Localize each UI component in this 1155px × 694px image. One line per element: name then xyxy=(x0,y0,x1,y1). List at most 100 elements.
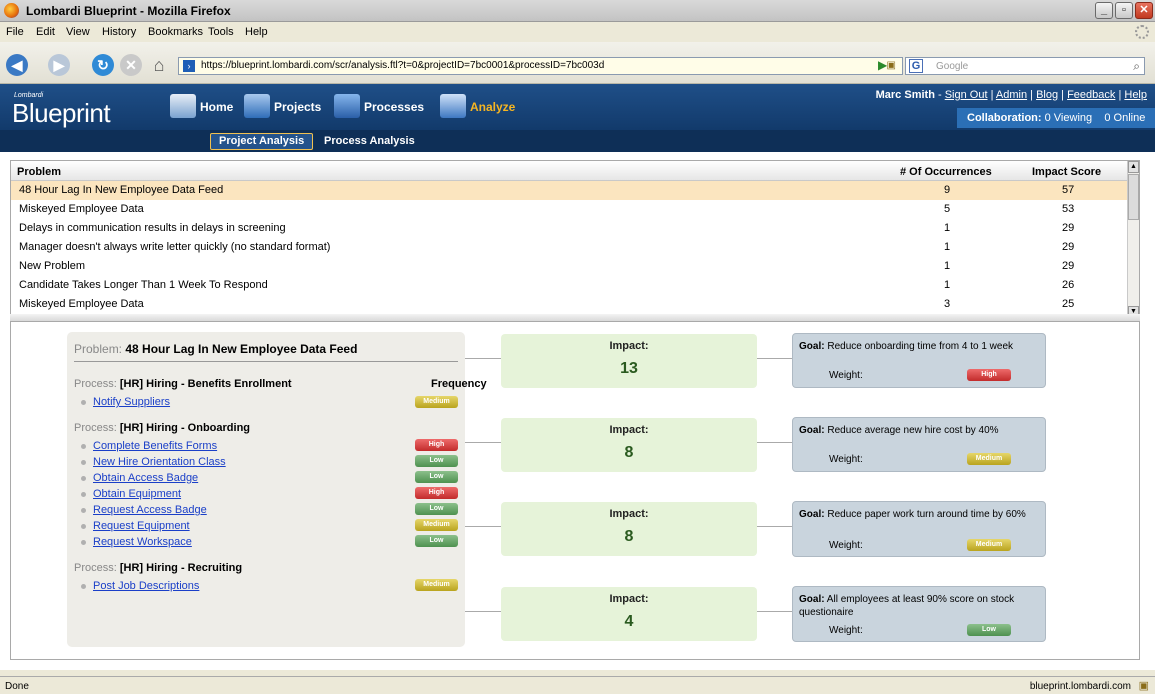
tab-process-analysis[interactable]: Process Analysis xyxy=(324,135,415,147)
row-impact: 29 xyxy=(1062,241,1075,253)
forward-arrow-icon[interactable]: ▶ xyxy=(48,54,70,76)
activity-link[interactable]: Obtain Access Badge xyxy=(93,472,198,484)
analyze-icon xyxy=(440,94,466,118)
activity-link[interactable]: Post Job Descriptions xyxy=(93,580,199,592)
blog-link[interactable]: Blog xyxy=(1036,89,1058,101)
frequency-badge: Medium xyxy=(415,396,458,408)
url-bar[interactable]: › https://blueprint.lombardi.com/scr/ana… xyxy=(178,57,903,75)
row-problem: New Problem xyxy=(19,260,86,272)
connector-line xyxy=(465,611,501,612)
impact-box: Impact: 13 xyxy=(501,334,757,388)
activity-link[interactable]: Complete Benefits Forms xyxy=(93,440,217,452)
activity-link[interactable]: Request Equipment xyxy=(93,520,190,532)
sign-out-link[interactable]: Sign Out xyxy=(945,89,988,101)
row-problem: Miskeyed Employee Data xyxy=(19,203,144,215)
process-heading: Process: [HR] Hiring - Recruiting xyxy=(74,562,243,574)
activity-item[interactable]: Request Workspace xyxy=(81,536,192,548)
status-text: Done xyxy=(5,681,29,692)
sub-navigation: Project Analysis Process Analysis xyxy=(0,130,1155,152)
impact-value: 13 xyxy=(620,360,638,377)
frequency-badge: Low xyxy=(415,455,458,467)
goal-label: Goal: xyxy=(799,341,825,352)
folder-icon xyxy=(244,94,270,118)
table-row[interactable]: 48 Hour Lag In New Employee Data Feed 9 … xyxy=(11,181,1129,200)
go-icon[interactable]: ▶ xyxy=(878,58,894,74)
menu-view[interactable]: View xyxy=(66,26,90,38)
weight-badge: Low xyxy=(967,624,1011,636)
nav-processes-label: Processes xyxy=(364,100,425,114)
feedback-link[interactable]: Feedback xyxy=(1067,89,1115,101)
process-heading: Process: [HR] Hiring - Onboarding xyxy=(74,422,251,434)
table-row[interactable]: Candidate Takes Longer Than 1 Week To Re… xyxy=(11,276,1129,295)
user-links: Marc Smith - Sign Out | Admin | Blog | F… xyxy=(875,89,1147,101)
table-row[interactable]: Miskeyed Employee Data 3 25 xyxy=(11,295,1129,314)
table-row[interactable]: New Problem 1 29 xyxy=(11,257,1129,276)
problem-label: Problem: xyxy=(74,342,123,356)
back-arrow-icon[interactable]: ◀ xyxy=(6,54,28,76)
process-name: [HR] Hiring - Recruiting xyxy=(119,562,243,574)
collaboration-bar: Collaboration: 0 Viewing 0 Online xyxy=(957,108,1155,128)
nav-home-label: Home xyxy=(200,100,234,114)
row-impact: 29 xyxy=(1062,260,1075,272)
weight-label: Weight: xyxy=(829,540,863,551)
table-row[interactable]: Miskeyed Employee Data 5 53 xyxy=(11,200,1129,219)
status-domain: blueprint.lombardi.com xyxy=(1029,681,1131,692)
reload-icon[interactable]: ↻ xyxy=(92,54,114,76)
activity-link[interactable]: Request Workspace xyxy=(93,536,192,548)
search-icon[interactable]: ⌕ xyxy=(1133,59,1140,74)
activity-item[interactable]: Notify Suppliers xyxy=(81,396,170,408)
table-scrollbar[interactable]: ▲ ▼ xyxy=(1127,161,1139,317)
impact-value: 8 xyxy=(624,444,634,461)
menu-tools[interactable]: Tools xyxy=(208,26,234,38)
frequency-badge: Low xyxy=(415,535,458,547)
activity-item[interactable]: Post Job Descriptions xyxy=(81,580,199,592)
goal-text: Reduce onboarding time from 4 to 1 week xyxy=(827,341,1014,352)
minimize-button[interactable]: _ xyxy=(1095,2,1113,19)
header-occurrences[interactable]: # Of Occurrences xyxy=(900,166,992,178)
main-content: Problem # Of Occurrences Impact Score 48… xyxy=(0,152,1155,670)
menu-edit[interactable]: Edit xyxy=(36,26,55,38)
menu-history[interactable]: History xyxy=(102,26,136,38)
activity-item[interactable]: Obtain Equipment xyxy=(81,488,181,500)
throbber-icon xyxy=(1135,25,1149,39)
search-input[interactable]: G Google ⌕ xyxy=(905,57,1145,75)
scroll-up-icon[interactable]: ▲ xyxy=(1128,161,1139,173)
menu-bookmarks[interactable]: Bookmarks xyxy=(148,26,203,38)
connector-line xyxy=(465,442,501,443)
menu-help[interactable]: Help xyxy=(245,26,268,38)
url-text: https://blueprint.lombardi.com/scr/analy… xyxy=(201,60,605,71)
goal-box: Goal: Reduce onboarding time from 4 to 1… xyxy=(792,333,1046,388)
activity-item[interactable]: Request Equipment xyxy=(81,520,190,532)
activity-item[interactable]: Request Access Badge xyxy=(81,504,207,516)
help-link[interactable]: Help xyxy=(1124,89,1147,101)
tab-project-analysis[interactable]: Project Analysis xyxy=(210,133,314,150)
activity-link[interactable]: New Hire Orientation Class xyxy=(93,456,226,468)
menu-file[interactable]: File xyxy=(6,26,24,38)
header-impact-score[interactable]: Impact Score xyxy=(1032,166,1101,178)
stop-icon[interactable]: ✕ xyxy=(120,54,142,76)
connector-line xyxy=(465,526,501,527)
row-problem: Miskeyed Employee Data xyxy=(19,298,144,310)
pane-splitter[interactable] xyxy=(10,314,1140,322)
activity-item[interactable]: Complete Benefits Forms xyxy=(81,440,217,452)
status-bar: Done blueprint.lombardi.com ▣ xyxy=(0,676,1155,694)
scroll-thumb[interactable] xyxy=(1128,174,1139,220)
table-row[interactable]: Manager doesn't always write letter quic… xyxy=(11,238,1129,257)
row-problem: 48 Hour Lag In New Employee Data Feed xyxy=(19,184,224,196)
admin-link[interactable]: Admin xyxy=(996,89,1027,101)
header-problem[interactable]: Problem xyxy=(17,166,61,178)
search-engine-icon[interactable]: G xyxy=(909,59,923,73)
maximize-button[interactable]: ▫ xyxy=(1115,2,1133,19)
close-button[interactable]: ✕ xyxy=(1135,2,1153,19)
table-row[interactable]: Delays in communication results in delay… xyxy=(11,219,1129,238)
lock-icon[interactable]: ▣ xyxy=(1139,679,1149,692)
activity-link[interactable]: Obtain Equipment xyxy=(93,488,181,500)
process-name: [HR] Hiring - Benefits Enrollment xyxy=(119,378,292,390)
home-icon[interactable]: ⌂ xyxy=(148,54,170,76)
activity-link[interactable]: Request Access Badge xyxy=(93,504,207,516)
firefox-icon xyxy=(4,3,19,18)
connector-line xyxy=(465,358,501,359)
activity-item[interactable]: Obtain Access Badge xyxy=(81,472,198,484)
activity-item[interactable]: New Hire Orientation Class xyxy=(81,456,226,468)
activity-link[interactable]: Notify Suppliers xyxy=(93,396,170,408)
